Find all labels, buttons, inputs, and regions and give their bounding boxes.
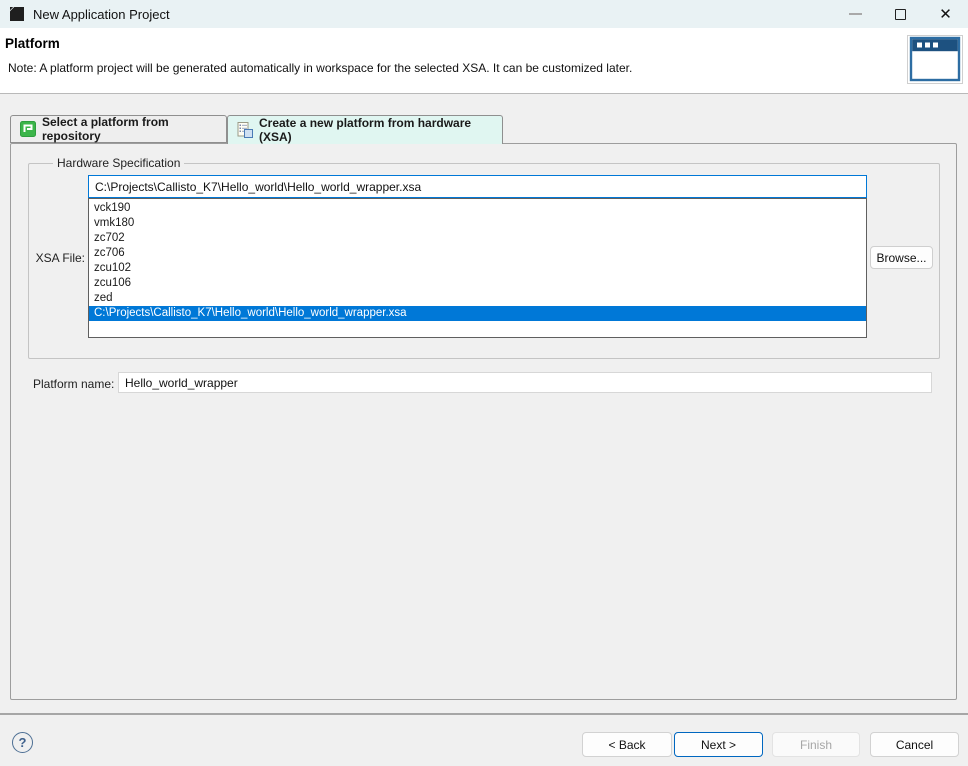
xsa-option[interactable]: vmk180 xyxy=(89,216,866,231)
repository-platform-icon xyxy=(20,121,36,137)
xsa-file-dropdown-list: vck190 vmk180 zc702 zc706 zcu102 zcu106 … xyxy=(88,198,867,338)
close-icon[interactable]: ✕ xyxy=(923,0,968,28)
platform-name-input[interactable] xyxy=(118,372,932,393)
tab-select-platform-from-repository[interactable]: Select a platform from repository xyxy=(10,115,227,143)
xsa-option[interactable]: zcu102 xyxy=(89,261,866,276)
browse-button[interactable]: Browse... xyxy=(870,246,933,269)
new-application-project-dialog: New Application Project ✕ Platform Note:… xyxy=(0,0,968,766)
xsa-option[interactable]: vck190 xyxy=(89,201,866,216)
next-button[interactable]: Next > xyxy=(674,732,763,757)
back-button[interactable]: < Back xyxy=(582,732,672,757)
page-note: Note: A platform project will be generat… xyxy=(8,61,632,75)
footer-bar: ? < Back Next > Finish Cancel xyxy=(0,715,968,766)
cancel-button[interactable]: Cancel xyxy=(870,732,959,757)
platform-name-label: Platform name: xyxy=(33,377,114,391)
xsa-file-combo-input[interactable] xyxy=(88,175,867,198)
xsa-option[interactable]: zed xyxy=(89,291,866,306)
group-label: Hardware Specification xyxy=(53,156,184,170)
tab-label: Create a new platform from hardware (XSA… xyxy=(259,116,493,144)
xsa-option[interactable]: zc706 xyxy=(89,246,866,261)
xilinx-amd-logo-icon xyxy=(8,5,26,23)
xsa-option[interactable]: zcu106 xyxy=(89,276,866,291)
page-title: Platform xyxy=(5,36,60,51)
tab-label: Select a platform from repository xyxy=(42,115,217,143)
maximize-icon[interactable] xyxy=(878,0,923,28)
window-controls: ✕ xyxy=(833,0,968,28)
xsa-file-label: XSA File: xyxy=(20,251,85,265)
wizard-header: Platform Note: A platform project will b… xyxy=(0,28,968,94)
xsa-option[interactable]: zc702 xyxy=(89,231,866,246)
help-icon[interactable]: ? xyxy=(12,732,33,753)
new-platform-hardware-icon xyxy=(237,122,253,138)
title-bar: New Application Project ✕ xyxy=(0,0,968,28)
tab-create-platform-from-hardware[interactable]: Create a new platform from hardware (XSA… xyxy=(227,115,503,144)
platform-window-icon xyxy=(907,35,963,84)
xsa-option-selected[interactable]: C:\Projects\Callisto_K7\Hello_world\Hell… xyxy=(89,306,866,321)
window-title: New Application Project xyxy=(33,7,170,22)
minimize-icon[interactable] xyxy=(833,0,878,28)
finish-button[interactable]: Finish xyxy=(772,732,860,757)
